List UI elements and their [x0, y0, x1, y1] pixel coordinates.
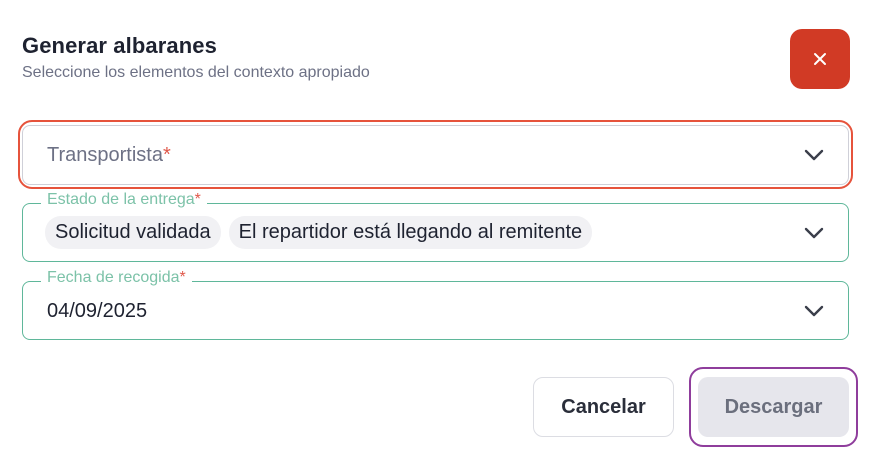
close-button[interactable] — [790, 29, 850, 89]
estado-chip[interactable]: Solicitud validada — [45, 216, 221, 249]
estado-entrega-label: Estado de la entrega* — [41, 191, 207, 209]
chevron-down-icon[interactable] — [804, 149, 824, 161]
estado-entrega-select[interactable]: Estado de la entrega* Solicitud validada… — [22, 191, 849, 262]
cancel-button[interactable]: Cancelar — [533, 377, 674, 437]
transportista-select[interactable]: Transportista* — [22, 125, 849, 185]
estado-chip[interactable]: El repartidor está llegando al remitente — [228, 216, 593, 249]
close-icon — [814, 53, 826, 65]
fecha-recogida-label: Fecha de recogida* — [41, 269, 192, 287]
fecha-recogida-select[interactable]: Fecha de recogida* 04/09/2025 — [22, 269, 849, 340]
chevron-down-icon[interactable] — [804, 227, 824, 239]
dialog-subtitle: Seleccione los elementos del contexto ap… — [22, 64, 370, 81]
fecha-recogida-value: 04/09/2025 — [47, 300, 148, 322]
dialog-title: Generar albaranes — [22, 33, 217, 58]
chevron-down-icon[interactable] — [804, 305, 824, 317]
download-button[interactable]: Descargar — [698, 377, 849, 437]
transportista-placeholder: Transportista* — [47, 144, 171, 166]
estado-chips: Solicitud validada El repartidor está ll… — [45, 216, 593, 249]
